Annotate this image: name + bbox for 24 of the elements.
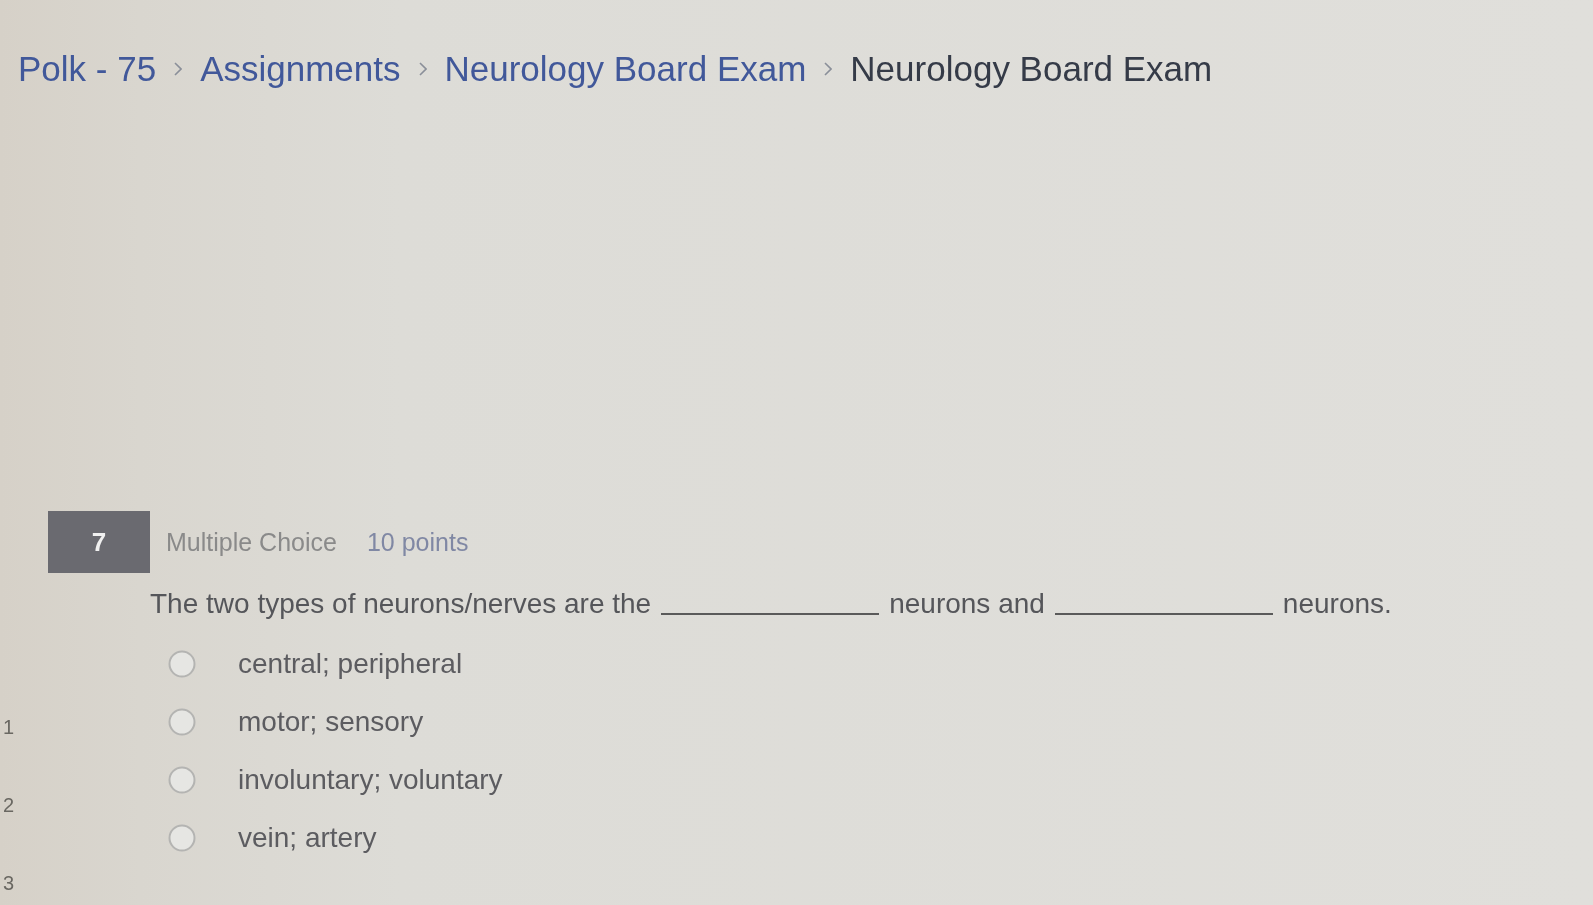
chevron-icon	[418, 62, 427, 76]
points-label: 10 points	[366, 527, 469, 557]
breadcrumb-current: Neurology Board Exam	[850, 48, 1213, 90]
radio-icon[interactable]	[168, 708, 196, 736]
answer-option[interactable]: motor; sensory	[168, 705, 424, 739]
radio-icon[interactable]	[168, 824, 196, 852]
question-number-link[interactable]: 1	[3, 715, 17, 739]
breadcrumb-link[interactable]: Assignments	[200, 48, 401, 90]
question-number-badge: 7	[48, 511, 150, 573]
answer-option[interactable]: involuntary; voluntary	[168, 763, 503, 797]
answer-option[interactable]: vein; artery	[168, 821, 377, 855]
question-text: neurons and	[889, 587, 1045, 621]
chevron-icon	[174, 62, 183, 76]
chevron-icon	[824, 62, 833, 76]
question-number-link[interactable]: 2	[3, 793, 17, 817]
answer-option[interactable]: central; peripheral	[168, 647, 463, 681]
question-number-link[interactable]: 3	[3, 871, 17, 895]
question-text: neurons.	[1282, 587, 1392, 621]
radio-icon[interactable]	[168, 766, 196, 794]
breadcrumb-link[interactable]: Neurology Board Exam	[444, 48, 807, 90]
question-type-label: Multiple Choice	[166, 527, 337, 557]
question-text: The two types of neurons/nerves are the	[150, 587, 652, 621]
radio-icon[interactable]	[168, 650, 196, 678]
breadcrumb-link[interactable]: Polk - 75	[18, 48, 157, 90]
